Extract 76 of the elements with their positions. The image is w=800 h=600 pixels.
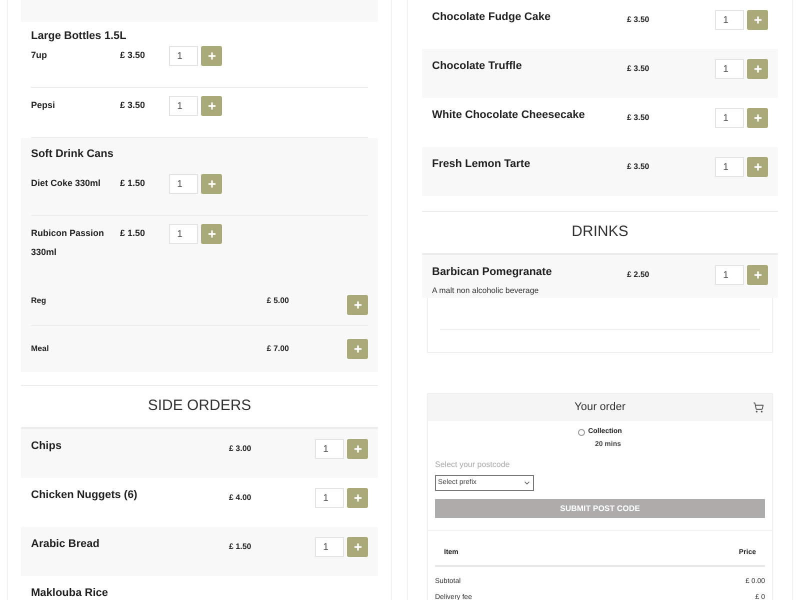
quantity-field[interactable]: 1	[169, 224, 198, 244]
add-button[interactable]	[747, 265, 768, 285]
order-title: Your order	[574, 400, 626, 416]
plus-icon	[752, 113, 762, 123]
item-name: Barbican Pomegranate	[432, 265, 553, 279]
item-price: £ 3.50	[627, 63, 650, 75]
quantity-field[interactable]: 1	[315, 537, 344, 557]
item-name: Chips	[31, 439, 63, 453]
plus-icon	[206, 51, 216, 61]
item-price: £ 4.00	[229, 492, 252, 504]
item-name: Maklouba Rice	[31, 586, 110, 600]
item-name: Pepsi	[31, 99, 56, 112]
quantity-field[interactable]: 1	[715, 10, 744, 30]
add-button[interactable]	[747, 157, 768, 177]
plus-icon	[752, 270, 762, 280]
cart-icon	[753, 402, 764, 413]
item-price: £ 2.50	[627, 269, 650, 281]
item-name: Arabic Bread	[31, 537, 100, 551]
plus-icon	[752, 15, 762, 25]
add-button[interactable]	[201, 224, 222, 244]
item-price: £ 1.50	[120, 227, 146, 240]
add-button[interactable]	[347, 537, 368, 557]
item-price: £ 3.50	[627, 14, 650, 26]
plus-icon	[752, 162, 762, 172]
quantity-field[interactable]: 1	[715, 265, 744, 285]
plus-icon	[206, 101, 216, 111]
quantity-field[interactable]: 1	[715, 59, 744, 79]
add-button[interactable]	[747, 10, 768, 30]
quantity-field[interactable]: 1	[315, 488, 344, 508]
add-button[interactable]	[347, 295, 368, 315]
item-price: £ 3.50	[627, 112, 650, 124]
plus-icon	[206, 179, 216, 189]
item-name: Chocolate Fudge Cake	[432, 10, 552, 24]
item-name: Chicken Nuggets (6)	[31, 488, 138, 502]
option-name: Reg	[31, 295, 48, 307]
item-name: Diet Coke 330ml	[31, 177, 102, 190]
item-name: 7up	[31, 49, 48, 62]
add-button[interactable]	[347, 339, 368, 359]
radio-button[interactable]	[578, 428, 586, 436]
quantity-field[interactable]: 1	[169, 174, 198, 194]
plus-icon	[352, 493, 362, 503]
quantity-field[interactable]: 1	[169, 46, 198, 66]
plus-icon	[352, 344, 362, 354]
option-price: £ 7.00	[266, 343, 290, 355]
plus-icon	[752, 64, 762, 74]
item-price: £ 3.00	[229, 443, 252, 455]
postcode-label: Select your postcode	[435, 459, 511, 471]
quantity-field[interactable]: 1	[169, 96, 198, 116]
plus-icon	[352, 542, 362, 552]
item-price: £ 3.50	[120, 99, 146, 112]
add-button[interactable]	[347, 488, 368, 508]
item-name: Fresh Lemon Tarte	[432, 157, 532, 171]
add-button[interactable]	[201, 96, 222, 116]
item-name: White Chocolate Cheesecake	[432, 108, 586, 122]
plus-icon	[206, 229, 216, 239]
quantity-field[interactable]: 1	[715, 108, 744, 128]
add-button[interactable]	[747, 108, 768, 128]
plus-icon	[352, 300, 362, 310]
chevron-down-icon	[523, 479, 531, 487]
item-name: Rubicon Passion 330ml	[31, 227, 106, 259]
quantity-field[interactable]: 1	[315, 439, 344, 459]
plus-icon	[352, 444, 362, 454]
group-heading: Soft Drink Cans	[31, 147, 115, 162]
option-price: £ 5.00	[266, 295, 290, 307]
item-price: £ 3.50	[120, 49, 146, 62]
item-description: A malt non alcoholic beverage	[432, 285, 540, 297]
item-name: Chocolate Truffle	[432, 59, 523, 73]
quantity-field[interactable]: 1	[715, 157, 744, 177]
item-price: £ 3.50	[627, 161, 650, 173]
item-price: £ 1.50	[120, 177, 146, 190]
option-name: Meal	[31, 343, 50, 355]
add-button[interactable]	[347, 439, 368, 459]
item-price: £ 1.50	[229, 541, 252, 553]
add-button[interactable]	[747, 59, 768, 79]
add-button[interactable]	[201, 46, 222, 66]
add-button[interactable]	[201, 174, 222, 194]
